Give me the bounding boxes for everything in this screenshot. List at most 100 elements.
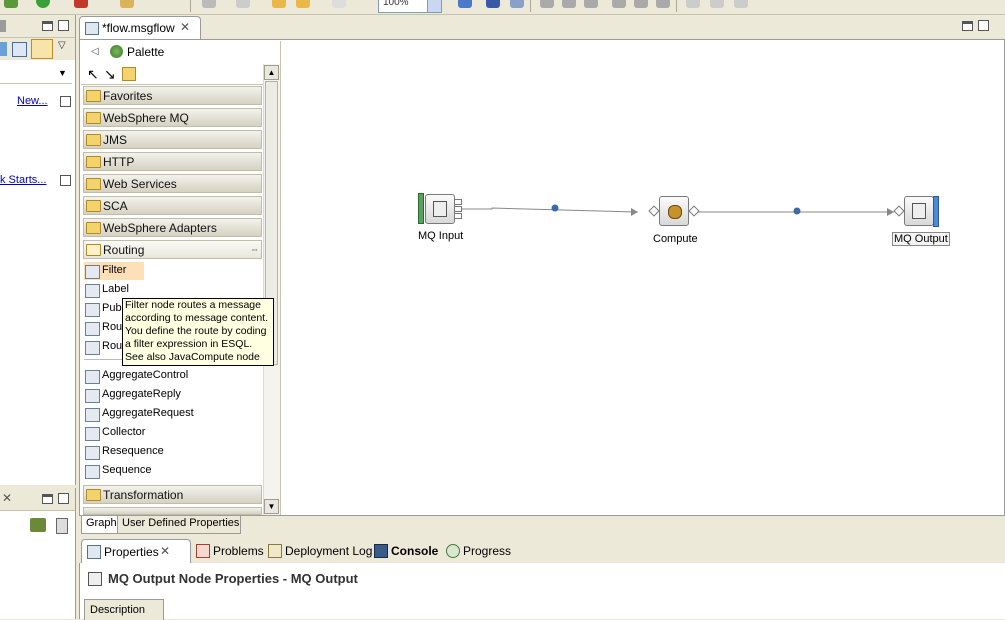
in-terminal[interactable] (648, 205, 660, 217)
tab-description[interactable]: Description (84, 599, 164, 620)
palette-drawer-transformation[interactable]: Transformation (83, 485, 262, 504)
stop-icon[interactable] (74, 0, 88, 8)
palette-drawer-construction[interactable] (83, 507, 262, 515)
palette-drawer-routing[interactable]: Routing ⇔ (83, 240, 262, 259)
tab-properties[interactable]: Properties ✕ (81, 539, 191, 563)
palette-drawer-sca[interactable]: SCA (83, 196, 262, 215)
palette-drawer-favorites[interactable]: Favorites (83, 86, 262, 105)
new-link[interactable]: New... (17, 95, 48, 107)
palette-scrollbar[interactable]: ▲ ▼ (263, 64, 280, 515)
collapse-all-icon[interactable] (12, 42, 27, 57)
out-terminal[interactable] (454, 199, 462, 205)
tab-user-defined-properties[interactable]: User Defined Properties (117, 516, 241, 534)
pin-icon[interactable]: ⇔ (250, 244, 259, 254)
connection-bendpoint[interactable] (551, 204, 559, 212)
refresh-icon[interactable] (332, 0, 346, 8)
forward-arrow-icon[interactable] (296, 0, 310, 8)
new-icon[interactable] (202, 0, 216, 8)
collapse-palette-icon[interactable]: ◁ (91, 46, 99, 57)
align-top-icon[interactable] (612, 0, 626, 8)
editor-tab-flow[interactable]: *flow.msgflow ✕ (79, 16, 201, 40)
minimize-icon[interactable] (962, 21, 973, 31)
palette-item-resequence[interactable]: Resequence (84, 443, 204, 461)
flow-canvas[interactable] (282, 41, 1004, 515)
palette-drawer-websphere-mq[interactable]: WebSphere MQ (83, 108, 262, 127)
tab-graph[interactable]: Graph (81, 516, 119, 534)
minimize-icon[interactable] (42, 21, 53, 31)
palette-drawer-http[interactable]: HTTP (83, 152, 262, 171)
save-icon[interactable] (236, 0, 250, 8)
maximize-icon[interactable] (978, 20, 989, 31)
bottom-view-tabs: Properties ✕ Problems Deployment Log Con… (79, 539, 1005, 564)
drawer-label: WebSphere MQ (103, 111, 189, 125)
tab-progress[interactable]: Progress (441, 539, 511, 562)
drawer-label: Transformation (103, 488, 184, 502)
layout-icon[interactable] (510, 0, 524, 8)
outline-icon[interactable] (30, 518, 46, 532)
expand-icon[interactable] (0, 42, 7, 56)
palette-item-filter[interactable]: Filter (84, 262, 144, 280)
palette-drawer-jms[interactable]: JMS (83, 130, 262, 149)
match-height-icon[interactable] (710, 0, 724, 8)
close-icon[interactable]: ✕ (2, 491, 12, 505)
connection-tool-icon[interactable]: ↘ (104, 66, 116, 83)
chevron-down-icon[interactable]: ▼ (58, 68, 67, 78)
toolbar-separator (190, 0, 191, 12)
palette-item-label[interactable]: Label (84, 281, 144, 299)
maximize-icon[interactable] (58, 20, 69, 31)
minimize-icon[interactable] (42, 494, 53, 504)
scroll-down-icon[interactable]: ▼ (264, 499, 279, 514)
left-view-combo[interactable]: ▼ (0, 65, 72, 84)
maximize-icon[interactable] (58, 493, 69, 504)
link-expand-icon[interactable] (60, 175, 71, 186)
connection-bendpoint[interactable] (793, 207, 801, 215)
close-icon[interactable]: ✕ (160, 544, 170, 558)
align-center-icon[interactable] (562, 0, 576, 8)
back-arrow-icon[interactable] (272, 0, 286, 8)
view-menu-icon[interactable]: ▽ (58, 40, 66, 51)
palette-item-collector[interactable]: Collector (84, 424, 204, 442)
link-with-editor-icon[interactable] (31, 39, 53, 59)
chevron-down-icon[interactable] (427, 0, 441, 12)
tab-console[interactable]: Console (369, 539, 439, 562)
run-icon[interactable] (4, 0, 18, 8)
in-terminal[interactable] (893, 205, 905, 217)
align-left-icon[interactable] (540, 0, 554, 8)
node-mq-output[interactable] (893, 196, 943, 228)
zoom-combo[interactable]: 100% (378, 0, 442, 13)
folder-icon (86, 489, 101, 501)
tab-deployment-log[interactable]: Deployment Log (263, 539, 372, 562)
palette-item-sequence[interactable]: Sequence (84, 462, 204, 480)
go-icon[interactable] (36, 0, 50, 8)
palette-item-aggregaterequest[interactable]: AggregateRequest (84, 405, 204, 423)
link-expand-icon[interactable] (60, 96, 71, 107)
connection-mqinput-compute[interactable] (462, 207, 639, 213)
select-tool-icon[interactable]: ↖ (87, 66, 99, 83)
route-to-label-node-icon (85, 341, 100, 355)
quick-starts-link[interactable]: k Starts... (0, 174, 46, 186)
close-icon[interactable]: ✕ (180, 20, 190, 34)
tab-problems[interactable]: Problems (191, 539, 264, 562)
node-compute[interactable] (648, 196, 700, 228)
tooltip-line: See also JavaCompute node (125, 351, 260, 363)
align-right-icon[interactable] (584, 0, 598, 8)
marquee-tool-icon[interactable] (122, 67, 136, 81)
out-terminal[interactable] (454, 213, 462, 219)
view-menu-icon[interactable] (56, 518, 68, 534)
out-terminal[interactable] (454, 206, 462, 212)
palette-item-aggregatereply[interactable]: AggregateReply (84, 386, 204, 404)
scroll-up-icon[interactable]: ▲ (264, 65, 279, 80)
align-bottom-icon[interactable] (656, 0, 670, 8)
connect-icon[interactable] (458, 0, 472, 8)
out-terminal[interactable] (688, 205, 700, 217)
match-size-icon[interactable] (734, 0, 748, 8)
grid-icon[interactable] (486, 0, 500, 8)
match-width-icon[interactable] (686, 0, 700, 8)
palette-item-aggregatecontrol[interactable]: AggregateControl (84, 367, 204, 385)
node-mq-input[interactable] (418, 193, 464, 225)
palette-drawer-web-services[interactable]: Web Services (83, 174, 262, 193)
debug-icon[interactable] (120, 0, 134, 8)
align-middle-icon[interactable] (634, 0, 648, 8)
left-bottom-view-panel: ✕ (0, 488, 76, 619)
palette-drawer-websphere-adapters[interactable]: WebSphere Adapters (83, 218, 262, 237)
